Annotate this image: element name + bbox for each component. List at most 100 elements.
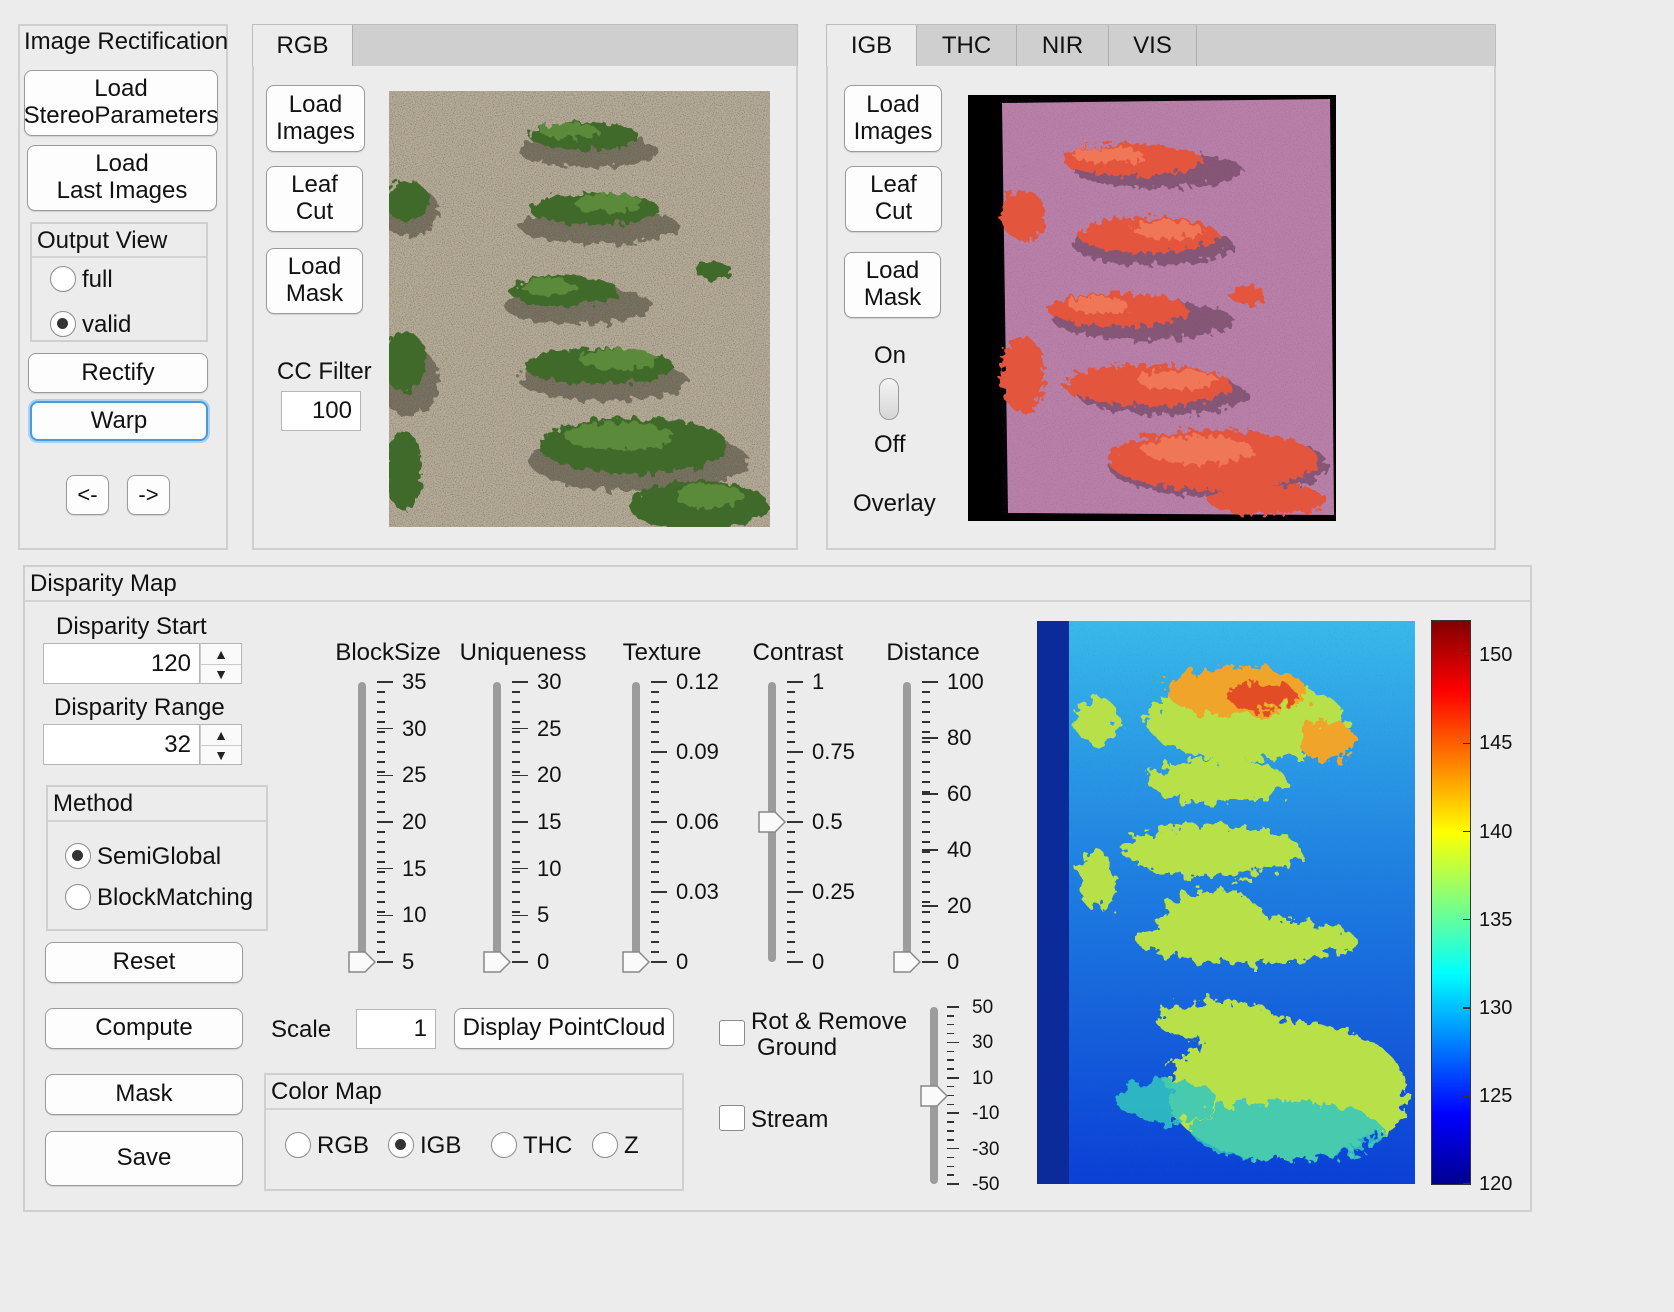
save-button[interactable]: Save xyxy=(45,1131,243,1186)
cc-filter-input[interactable]: 100 xyxy=(281,391,361,431)
load-last-images-button[interactable]: Load Last Images xyxy=(27,145,217,211)
colorbar-tick-label: 145 xyxy=(1479,732,1513,755)
radio-colormap-rgb-label: RGB xyxy=(317,1132,370,1159)
slider-major-tick xyxy=(651,751,667,753)
tab-nir[interactable]: NIR xyxy=(1017,25,1109,66)
slider-minor-tick xyxy=(512,731,520,733)
colorbar-major-tick xyxy=(1463,654,1471,656)
rgb-load-mask-button[interactable]: Load Mask xyxy=(266,248,363,314)
radio-semiglobal[interactable] xyxy=(65,843,91,869)
overlay-toggle[interactable] xyxy=(879,378,899,420)
tab-igb[interactable]: IGB xyxy=(827,25,917,66)
slider-tick-label: 10 xyxy=(402,902,427,928)
slider-minor-tick xyxy=(787,781,795,783)
rgb-tabbar: RGB xyxy=(252,24,798,66)
rgb-load-images-button[interactable]: Load Images xyxy=(266,85,365,152)
rgb-image xyxy=(389,91,770,527)
disparity-range-down-icon[interactable]: ▼ xyxy=(201,745,241,765)
slider-thumb-distance[interactable] xyxy=(893,951,922,978)
slider-minor-tick xyxy=(651,711,659,713)
colorbar-tick-label: 135 xyxy=(1479,908,1513,931)
slider-major-tick xyxy=(651,681,667,683)
slider-minor-tick xyxy=(377,931,385,933)
radio-full[interactable] xyxy=(50,266,76,292)
igb-load-mask-button[interactable]: Load Mask xyxy=(844,252,941,318)
slider-minor-tick xyxy=(512,721,520,723)
rot-remove-checkbox[interactable] xyxy=(719,1020,745,1046)
rectify-button[interactable]: Rectify xyxy=(28,353,208,393)
slider-minor-tick xyxy=(651,741,659,743)
display-pointcloud-button[interactable]: Display PointCloud xyxy=(454,1008,674,1049)
stream-checkbox[interactable] xyxy=(719,1105,745,1131)
radio-blockmatching[interactable] xyxy=(65,884,91,910)
slider-minor-tick xyxy=(377,771,385,773)
slider-minor-tick xyxy=(512,951,520,953)
slider-track-blocksize[interactable] xyxy=(358,682,366,962)
slider-thumb-uniqueness[interactable] xyxy=(483,951,512,978)
radio-colormap-thc[interactable] xyxy=(491,1132,517,1158)
warp-button[interactable]: Warp xyxy=(30,401,208,441)
slider-tick-label: 15 xyxy=(402,855,427,881)
rgb-leaf-cut-button[interactable]: Leaf Cut xyxy=(266,166,363,232)
rot-slider-thumb[interactable] xyxy=(920,1084,949,1112)
disparity-range-input[interactable]: 32 xyxy=(43,724,200,765)
slider-minor-tick xyxy=(922,841,930,843)
rot-minor-tick xyxy=(947,1032,954,1035)
prev-button[interactable]: <- xyxy=(66,475,109,515)
mask-button[interactable]: Mask xyxy=(45,1074,243,1115)
load-stereoparameters-line1: Load xyxy=(94,75,148,103)
scale-input[interactable]: 1 xyxy=(356,1009,436,1049)
slider-thumb-texture[interactable] xyxy=(622,951,651,978)
tab-vis[interactable]: VIS xyxy=(1109,25,1197,66)
tab-thc[interactable]: THC xyxy=(917,25,1017,66)
slider-minor-tick xyxy=(922,931,930,933)
slider-minor-tick xyxy=(651,781,659,783)
next-button[interactable]: -> xyxy=(127,475,170,515)
disparity-range-stepper[interactable]: ▲ ▼ xyxy=(200,724,242,765)
slider-minor-tick xyxy=(651,791,659,793)
load-stereoparameters-line2: StereoParameters xyxy=(23,102,219,129)
slider-minor-tick xyxy=(512,701,520,703)
slider-minor-tick xyxy=(922,891,930,893)
disparity-start-stepper[interactable]: ▲ ▼ xyxy=(200,643,242,684)
slider-tick-label: 0.25 xyxy=(812,879,855,904)
rot-minor-tick xyxy=(947,1085,954,1088)
rot-tick-label: 10 xyxy=(972,1067,994,1089)
slider-track-distance[interactable] xyxy=(903,682,911,962)
scale-label: Scale xyxy=(271,1016,332,1043)
slider-minor-tick xyxy=(377,911,385,913)
slider-minor-tick xyxy=(377,691,385,693)
slider-minor-tick xyxy=(651,921,659,923)
slider-track-texture[interactable] xyxy=(632,682,640,962)
rot-minor-tick xyxy=(947,1059,954,1061)
disparity-start-down-icon[interactable]: ▼ xyxy=(201,664,241,684)
slider-thumb-contrast[interactable] xyxy=(758,811,787,838)
disparity-start-up-icon[interactable]: ▲ xyxy=(201,644,241,665)
compute-button[interactable]: Compute xyxy=(45,1008,243,1049)
igb-leaf-cut-button[interactable]: Leaf Cut xyxy=(845,166,942,232)
tab-rgb[interactable]: RGB xyxy=(253,25,353,66)
disparity-range-label: Disparity Range xyxy=(54,694,225,721)
slider-track-uniqueness[interactable] xyxy=(493,682,501,962)
slider-major-tick xyxy=(787,681,803,683)
rot-major-tick xyxy=(947,1112,959,1114)
colorbar-major-tick xyxy=(1463,742,1471,745)
slider-thumb-blocksize[interactable] xyxy=(348,951,377,978)
slider-minor-tick xyxy=(922,811,930,813)
slider-minor-tick xyxy=(787,851,795,853)
radio-full-label: full xyxy=(82,266,113,293)
radio-colormap-z[interactable] xyxy=(592,1132,618,1158)
slider-title-uniqueness: Uniqueness xyxy=(459,639,587,666)
radio-valid[interactable] xyxy=(50,311,76,337)
radio-colormap-rgb[interactable] xyxy=(285,1132,311,1158)
reset-button[interactable]: Reset xyxy=(45,942,243,983)
slider-minor-tick xyxy=(377,891,385,893)
rgb-leaf-cut-line1: Leaf xyxy=(291,171,338,199)
load-stereoparameters-button[interactable]: Load StereoParameters xyxy=(24,70,218,136)
disparity-range-up-icon[interactable]: ▲ xyxy=(201,725,241,746)
igb-load-images-button[interactable]: Load Images xyxy=(844,85,942,152)
colorbar-tick-label: 150 xyxy=(1479,644,1513,667)
radio-colormap-igb[interactable] xyxy=(388,1132,414,1158)
slider-minor-tick xyxy=(787,741,795,743)
disparity-start-input[interactable]: 120 xyxy=(43,643,200,684)
